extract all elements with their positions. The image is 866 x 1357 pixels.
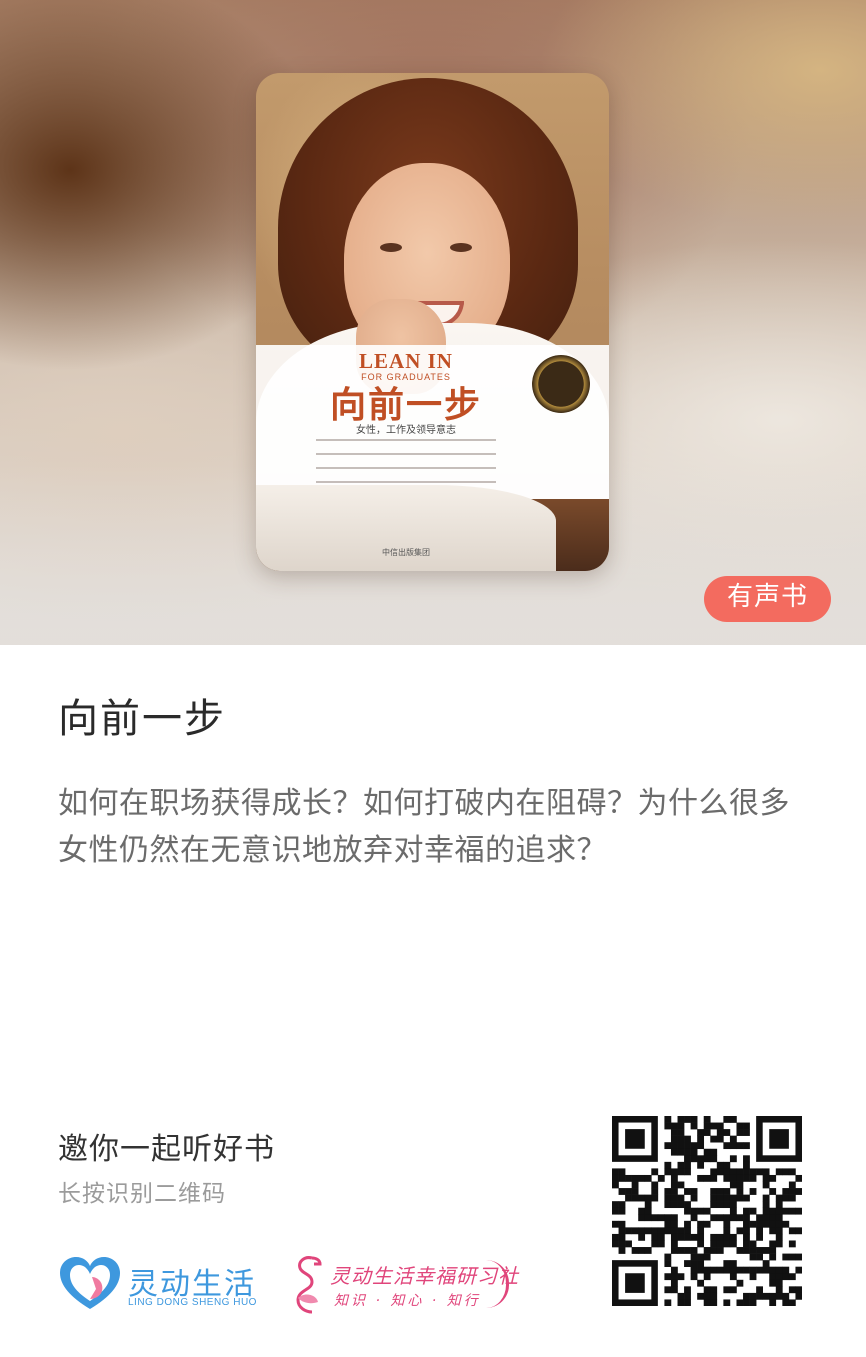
cover-tagline: 女性，工作及领导意志 bbox=[356, 425, 456, 436]
lingdong-heart-icon bbox=[60, 1257, 120, 1309]
cover-seal-icon bbox=[532, 355, 590, 413]
club-slogan: 知识 · 知心 · 知行 bbox=[334, 1293, 481, 1309]
qr-code[interactable] bbox=[612, 1116, 802, 1306]
hero-background: LEAN IN FOR GRADUATES 向前一步 女性，工作及领导意志 中信… bbox=[0, 0, 866, 645]
lingdong-name-en: LING DONG SHENG HUO bbox=[128, 1297, 257, 1308]
invite-text: 邀你一起听好书 bbox=[58, 1132, 275, 1167]
qr-hint: 长按识别二维码 bbox=[58, 1181, 226, 1207]
lingdong-club-logo: 灵动生活幸福研习社 知识 · 知心 · 知行 bbox=[290, 1254, 520, 1316]
book-title: 向前一步 bbox=[58, 696, 226, 742]
book-description: 如何在职场获得成长？如何打破内在阻碍？为什么很多女性仍然在无意识地放弃对幸福的追… bbox=[58, 786, 790, 868]
lingdong-logo: 灵动生活 LING DONG SHENG HUO bbox=[58, 1255, 258, 1313]
audiobook-badge: 有声书 bbox=[704, 576, 831, 622]
share-card: LEAN IN FOR GRADUATES 向前一步 女性，工作及领导意志 中信… bbox=[0, 0, 866, 1357]
cover-publisher: 中信出版集团 bbox=[382, 548, 430, 557]
flamingo-icon bbox=[296, 1256, 322, 1314]
book-cover: LEAN IN FOR GRADUATES 向前一步 女性，工作及领导意志 中信… bbox=[256, 73, 609, 571]
cover-subtitle-en: LEAN IN bbox=[359, 349, 453, 373]
